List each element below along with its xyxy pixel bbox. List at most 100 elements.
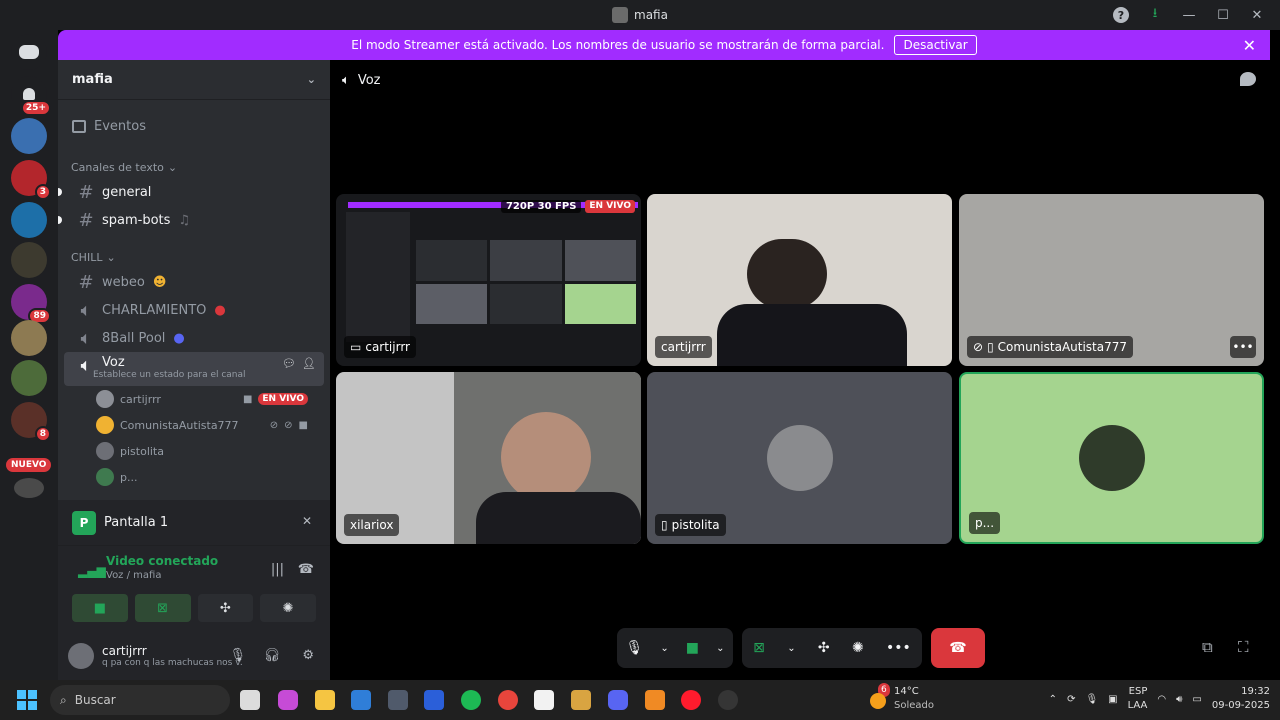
battery-icon[interactable]: ▭ (1192, 694, 1201, 705)
server-3[interactable] (11, 202, 47, 238)
channel-charlamiento[interactable]: 🔈︎ CHARLAMIENTO ● (64, 296, 324, 324)
windows-start-icon[interactable] (17, 690, 37, 710)
screen-share-icon: ⊠ (157, 600, 169, 616)
disconnect-button[interactable]: ☎ (931, 628, 985, 668)
chevron-down-icon[interactable]: ⌄ (660, 643, 668, 654)
channel-status[interactable]: Establece un estado para el canal (93, 370, 246, 380)
spotify-icon[interactable] (461, 690, 481, 710)
copilot-icon[interactable] (278, 690, 298, 710)
home-button[interactable] (11, 34, 47, 70)
chevron-down-icon[interactable]: ⌄ (787, 643, 795, 654)
screen-share-status: P Pantalla 1 ✕ (58, 500, 330, 546)
activities-button[interactable]: ✣ (197, 594, 254, 622)
camera-icon: ■ (242, 393, 253, 405)
channel-spam-bots[interactable]: # spam-bots ♫ (58, 206, 324, 234)
more-options-button[interactable]: ••• (1230, 336, 1256, 358)
screen-share-button[interactable]: ⊠ (134, 594, 191, 622)
server-6[interactable] (11, 320, 47, 356)
emoji-icon: ☻ (152, 274, 167, 290)
soundboard-icon[interactable]: ✺ (852, 640, 864, 656)
chevron-down-icon[interactable]: ⌄ (716, 643, 724, 654)
voice-user[interactable]: pistolita (58, 438, 330, 464)
stop-share-icon[interactable]: ✕ (302, 514, 312, 528)
deactivate-button[interactable]: Desactivar (894, 35, 977, 55)
fullscreen-icon[interactable]: ⛶ (1238, 638, 1249, 656)
voice-user[interactable]: ComunistaAutista777 ⊘ ⊘ ■ (58, 412, 330, 438)
store-icon[interactable] (351, 690, 371, 710)
task-view-icon[interactable] (240, 690, 260, 710)
taskbar-search[interactable]: ⌕ Buscar (50, 685, 230, 715)
server-2[interactable]: 3 (11, 160, 51, 200)
server-7[interactable] (11, 360, 47, 396)
app-icon[interactable] (645, 690, 665, 710)
voice-user[interactable]: p... (58, 464, 330, 490)
help-button[interactable]: ? (1106, 0, 1136, 30)
avatar[interactable] (68, 643, 94, 669)
camera-icon[interactable]: ■ (686, 640, 699, 656)
voice-user[interactable]: cartijrrr ■ EN VIVO (58, 386, 330, 412)
events-item[interactable]: Eventos (58, 108, 330, 144)
close-window-button[interactable]: ✕ (1242, 0, 1272, 30)
screen-share-icon[interactable]: ⊠ (753, 640, 765, 656)
tile-name-tag: xilariox (344, 514, 400, 536)
sync-icon[interactable]: ⟳ (1067, 694, 1075, 705)
category-text-channels[interactable]: Canales de texto ⌄ (58, 150, 330, 178)
clock[interactable]: 19:32 09-09-2025 (1212, 685, 1270, 713)
notifications-button[interactable]: 25+ (11, 76, 51, 116)
category-chill[interactable]: CHILL ⌄ (58, 240, 330, 268)
weather-widget[interactable]: 6 14°C Soleado (870, 683, 934, 713)
video-tile-camera[interactable]: ⊘ ▯ ComunistaAutista777 ••• (959, 194, 1264, 366)
video-tile-avatar[interactable]: p... (959, 372, 1264, 544)
headphones-icon[interactable]: 🎧︎ (263, 648, 280, 663)
guild-name: mafia (72, 72, 113, 87)
app-icon[interactable] (571, 690, 591, 710)
noise-suppression-icon[interactable]: ||| (271, 562, 284, 577)
minimize-button[interactable]: — (1174, 0, 1204, 30)
chrome-icon[interactable] (498, 690, 518, 710)
activities-icon[interactable]: ✣ (818, 640, 830, 656)
capcut-icon[interactable] (534, 690, 554, 710)
video-tile-avatar[interactable]: ▯ pistolita (647, 372, 952, 544)
server-1[interactable] (11, 118, 47, 154)
wifi-icon[interactable]: ◠ (1157, 694, 1166, 705)
app-icon[interactable] (718, 690, 738, 710)
guild-header[interactable]: mafia ⌄ (58, 60, 330, 100)
server-5[interactable]: 89 (11, 284, 51, 324)
camera-button[interactable]: ■ (72, 594, 128, 622)
language-indicator[interactable]: ESP LAA (1128, 685, 1148, 713)
soundboard-button[interactable]: ✺ (260, 594, 316, 622)
chevron-up-icon[interactable]: ⌃ (1049, 694, 1057, 705)
popout-icon[interactable]: ⧉ (1202, 638, 1213, 656)
server-9[interactable] (14, 478, 44, 498)
microphone-icon[interactable]: 🎙︎ (1085, 694, 1098, 705)
avatar (96, 390, 114, 408)
app-icon[interactable] (388, 690, 408, 710)
discord-icon[interactable] (608, 690, 628, 710)
channel-8ball-pool[interactable]: 🔈︎ 8Ball Pool ● (64, 324, 324, 352)
volume-icon[interactable]: 🔊︎ (1176, 694, 1182, 705)
channel-voz[interactable]: 🔈︎ Voz Establece un estado para el canal … (64, 352, 324, 386)
maximize-button[interactable]: ☐ (1208, 0, 1238, 30)
server-4[interactable] (11, 242, 47, 278)
more-icon[interactable]: ••• (886, 640, 911, 656)
microphone-icon[interactable]: 🎙︎ (626, 640, 644, 656)
download-button[interactable]: ⭳ (1140, 0, 1170, 30)
disconnect-icon[interactable]: ☎ (298, 562, 314, 577)
video-tile-stream[interactable]: 720P 30 FPS EN VIVO ▭ cartijrrr (336, 194, 641, 366)
microphone-icon[interactable]: 🎙︎ (229, 648, 246, 663)
add-user-icon[interactable]: 👤︎ (302, 357, 316, 370)
signal-icon: ▂▄▆ (78, 564, 106, 578)
video-tile-camera[interactable]: cartijrrr (647, 194, 952, 366)
app-tray-icon[interactable]: ▣ (1108, 694, 1117, 705)
gear-icon[interactable]: ⚙ (302, 648, 314, 663)
chat-icon[interactable] (1240, 72, 1256, 86)
close-banner-icon[interactable]: ✕ (1243, 36, 1256, 55)
chat-icon[interactable]: 💬︎ (282, 357, 296, 370)
channel-general[interactable]: # general (58, 178, 324, 206)
server-8[interactable]: 8 (11, 402, 51, 442)
channel-webeo[interactable]: # webeo ☻ (64, 268, 324, 296)
file-explorer-icon[interactable] (315, 690, 335, 710)
opera-icon[interactable] (681, 690, 701, 710)
app-icon[interactable] (424, 690, 444, 710)
video-tile-camera[interactable]: xilariox (336, 372, 641, 544)
